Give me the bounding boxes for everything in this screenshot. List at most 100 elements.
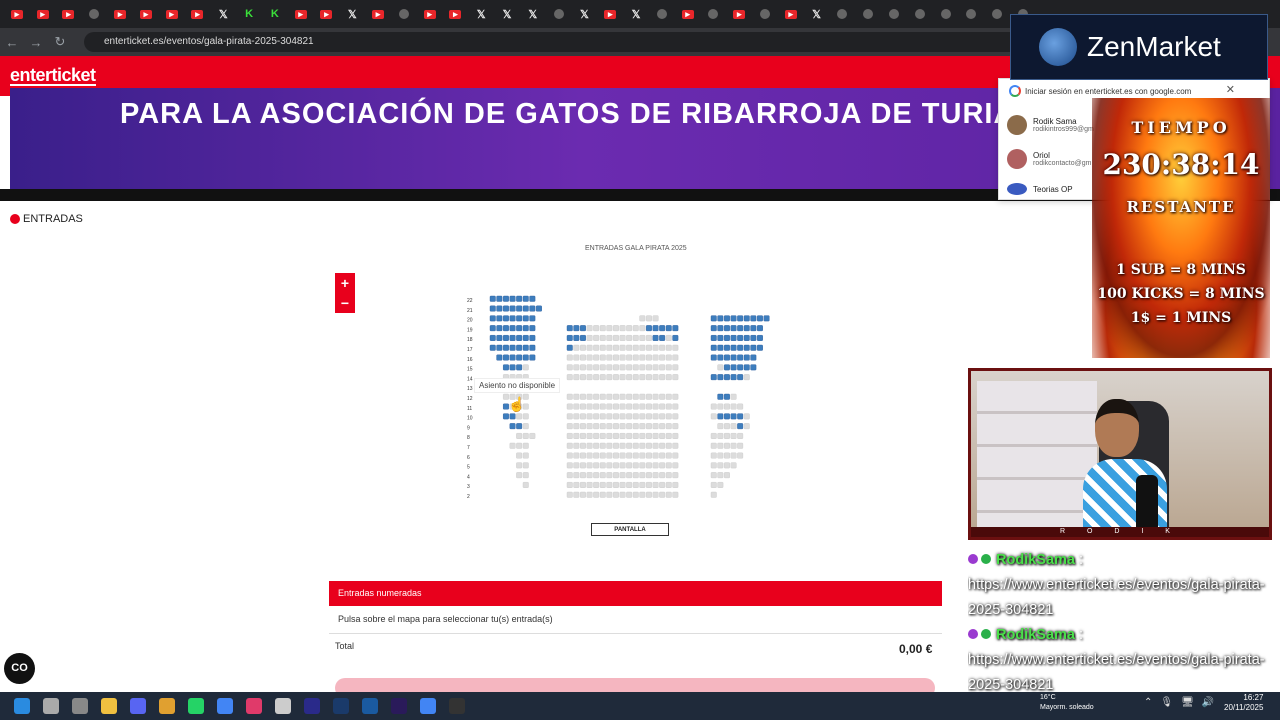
seat-unavailable[interactable] — [665, 354, 672, 361]
seat-unavailable[interactable] — [566, 413, 573, 420]
seat-unavailable[interactable] — [632, 481, 639, 488]
weather-widget[interactable]: 16°C Mayorm. soleado — [1040, 693, 1094, 713]
seat-available[interactable] — [710, 335, 717, 341]
seat-available[interactable] — [757, 325, 763, 332]
seat-unavailable[interactable] — [566, 423, 573, 430]
seat-available[interactable] — [710, 344, 717, 351]
seat-unavailable[interactable] — [522, 432, 529, 439]
seat-unavailable[interactable] — [659, 481, 666, 488]
seat-available[interactable] — [710, 354, 717, 361]
seat-unavailable[interactable] — [659, 364, 666, 371]
seat-unavailable[interactable] — [606, 452, 613, 459]
seat-unavailable[interactable] — [652, 462, 659, 469]
seat-unavailable[interactable] — [737, 442, 744, 449]
seat-available[interactable] — [566, 344, 573, 351]
seat-unavailable[interactable] — [593, 472, 600, 479]
seat-available[interactable] — [503, 295, 509, 302]
seat-unavailable[interactable] — [639, 491, 646, 498]
seat-unavailable[interactable] — [566, 481, 573, 488]
seat-unavailable[interactable] — [724, 472, 730, 479]
seat-available[interactable] — [737, 413, 744, 420]
seat-unavailable[interactable] — [593, 423, 600, 430]
seat-unavailable[interactable] — [645, 374, 652, 381]
seat-unavailable[interactable] — [573, 442, 580, 449]
seat-available[interactable] — [750, 364, 757, 371]
co-icon[interactable]: CO — [4, 653, 35, 684]
seat-unavailable[interactable] — [743, 423, 750, 430]
seat-unavailable[interactable] — [509, 442, 516, 449]
seat-unavailable[interactable] — [573, 393, 580, 400]
seat-available[interactable] — [737, 335, 744, 341]
seat-unavailable[interactable] — [579, 344, 586, 351]
seat-unavailable[interactable] — [730, 452, 737, 459]
seat-unavailable[interactable] — [632, 452, 639, 459]
reload-icon[interactable]: ↻ — [48, 34, 72, 50]
seat-unavailable[interactable] — [566, 491, 573, 498]
seat-unavailable[interactable] — [672, 462, 679, 469]
seat-unavailable[interactable] — [586, 413, 593, 420]
seat-unavailable[interactable] — [672, 403, 679, 410]
zoom-out-button[interactable]: − — [341, 295, 349, 311]
seat-unavailable[interactable] — [710, 462, 717, 469]
seat-unavailable[interactable] — [717, 442, 724, 449]
seat-unavailable[interactable] — [717, 462, 724, 469]
seat-available[interactable] — [743, 364, 750, 371]
seat-unavailable[interactable] — [579, 423, 586, 430]
seat-unavailable[interactable] — [626, 325, 633, 332]
seat-unavailable[interactable] — [606, 325, 613, 332]
seat-unavailable[interactable] — [619, 481, 626, 488]
seat-available[interactable] — [573, 325, 580, 332]
seat-unavailable[interactable] — [606, 462, 613, 469]
seat-unavailable[interactable] — [652, 393, 659, 400]
seat-unavailable[interactable] — [672, 472, 679, 479]
seat-unavailable[interactable] — [710, 403, 717, 410]
seat-unavailable[interactable] — [579, 413, 586, 420]
seat-unavailable[interactable] — [659, 403, 666, 410]
seat-unavailable[interactable] — [612, 423, 619, 430]
seat-available[interactable] — [496, 344, 503, 351]
seat-available[interactable] — [724, 393, 730, 400]
seat-available[interactable] — [529, 344, 536, 351]
seat-available[interactable] — [489, 344, 496, 351]
seat-available[interactable] — [737, 344, 744, 351]
seat-unavailable[interactable] — [606, 354, 613, 361]
seat-unavailable[interactable] — [619, 491, 626, 498]
seat-unavailable[interactable] — [652, 354, 659, 361]
premiere-icon[interactable] — [384, 692, 413, 720]
seat-unavailable[interactable] — [566, 393, 573, 400]
seat-unavailable[interactable] — [606, 403, 613, 410]
seat-available[interactable] — [489, 325, 496, 332]
seat-unavailable[interactable] — [652, 344, 659, 351]
seat-unavailable[interactable] — [566, 354, 573, 361]
browser-tab[interactable] — [649, 2, 675, 26]
seat-available[interactable] — [579, 325, 586, 332]
seat-unavailable[interactable] — [665, 432, 672, 439]
seat-unavailable[interactable] — [593, 354, 600, 361]
browser-tab[interactable]: 𝕏 — [494, 2, 520, 26]
seat-unavailable[interactable] — [599, 344, 606, 351]
seat-unavailable[interactable] — [612, 403, 619, 410]
seat-unavailable[interactable] — [522, 472, 529, 479]
seat-unavailable[interactable] — [672, 393, 679, 400]
seat-unavailable[interactable] — [612, 344, 619, 351]
seat-unavailable[interactable] — [573, 432, 580, 439]
seat-unavailable[interactable] — [586, 481, 593, 488]
seat-unavailable[interactable] — [586, 462, 593, 469]
seat-unavailable[interactable] — [593, 452, 600, 459]
seat-unavailable[interactable] — [619, 423, 626, 430]
seat-available[interactable] — [503, 354, 509, 361]
seat-unavailable[interactable] — [724, 442, 730, 449]
seat-unavailable[interactable] — [573, 462, 580, 469]
seat-unavailable[interactable] — [599, 481, 606, 488]
seat-unavailable[interactable] — [516, 413, 523, 420]
seat-unavailable[interactable] — [599, 452, 606, 459]
seat-unavailable[interactable] — [665, 472, 672, 479]
seat-available[interactable] — [503, 315, 509, 322]
seat-unavailable[interactable] — [516, 452, 523, 459]
seat-unavailable[interactable] — [639, 432, 646, 439]
seat-available[interactable] — [522, 335, 529, 341]
app-icon[interactable] — [268, 692, 297, 720]
seat-unavailable[interactable] — [645, 354, 652, 361]
seat-unavailable[interactable] — [645, 335, 652, 341]
seat-unavailable[interactable] — [619, 452, 626, 459]
